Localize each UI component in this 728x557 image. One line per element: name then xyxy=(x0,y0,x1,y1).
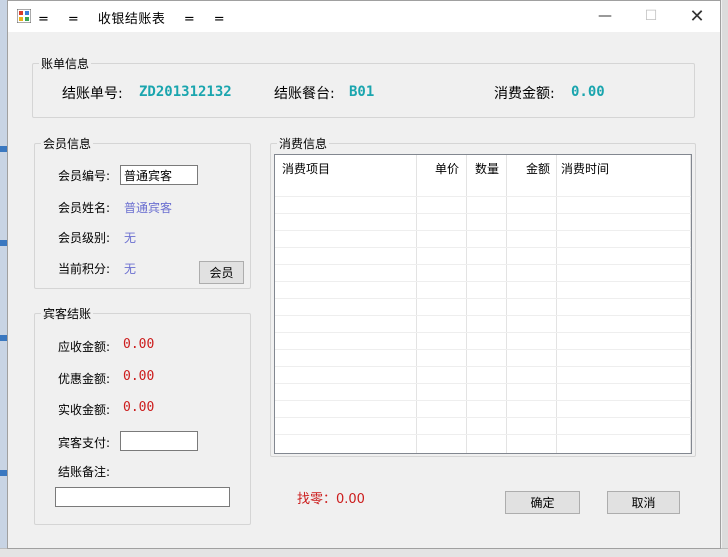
column-header-quantity[interactable]: 数量 xyxy=(475,155,499,183)
amount-value: 0.00 xyxy=(571,84,605,100)
member-name-value: 普通宾客 xyxy=(124,201,173,215)
member-level-label: 会员级别: xyxy=(58,231,111,245)
grid-line xyxy=(275,383,691,384)
grid-line xyxy=(275,315,691,316)
receivable-label: 应收金额: xyxy=(58,340,111,354)
grid-line xyxy=(275,247,691,248)
member-id-label: 会员编号: xyxy=(58,169,111,183)
grid-line xyxy=(275,196,691,197)
table-label: 结账餐台: xyxy=(274,86,335,102)
member-id-input[interactable] xyxy=(120,165,198,185)
checkout-title: 宾客结账 xyxy=(41,305,94,322)
background-taskbar-edge xyxy=(0,548,728,557)
window-title: = = 收银结账表 = = xyxy=(38,12,226,27)
member-points-value: 无 xyxy=(124,262,137,276)
column-header-item[interactable]: 消费项目 xyxy=(282,155,330,183)
member-name-label: 会员姓名: xyxy=(58,201,111,215)
amount-label: 消费金额: xyxy=(494,86,555,102)
member-button[interactable]: 会员 xyxy=(199,261,244,284)
column-header-time[interactable]: 消费时间 xyxy=(561,155,609,183)
grid-line xyxy=(275,332,691,333)
column-divider xyxy=(466,155,467,453)
member-info-title: 会员信息 xyxy=(41,135,94,152)
grid-line xyxy=(275,366,691,367)
column-divider xyxy=(690,155,691,453)
member-points-label: 当前积分: xyxy=(58,262,111,276)
bill-no-label: 结账单号: xyxy=(62,86,123,102)
receivable-value: 0.00 xyxy=(123,337,155,352)
paid-input[interactable] xyxy=(120,431,198,451)
app-icon xyxy=(17,9,31,23)
grid-line xyxy=(275,230,691,231)
cancel-button[interactable]: 取消 xyxy=(607,491,680,514)
close-icon[interactable]: ✕ xyxy=(674,1,720,32)
discount-value: 0.00 xyxy=(123,369,155,384)
remark-input[interactable] xyxy=(55,487,230,507)
column-header-price[interactable]: 单价 xyxy=(435,155,459,183)
grid-line xyxy=(275,213,691,214)
confirm-button[interactable]: 确定 xyxy=(505,491,580,514)
consumption-list[interactable]: 消费项目 单价 数量 金额 消费时间 xyxy=(274,154,692,454)
bill-no-value: ZD201312132 xyxy=(139,84,232,100)
checkout-window: = = 收银结账表 = = — ☐ ✕ 账单信息 结账单号: ZD2013121… xyxy=(7,0,721,549)
minimize-icon[interactable]: — xyxy=(582,1,628,32)
column-divider xyxy=(506,155,507,453)
change-amount: 找零：0.00 xyxy=(297,492,365,507)
remark-label: 结账备注: xyxy=(58,465,111,479)
column-divider xyxy=(416,155,417,453)
member-level-value: 无 xyxy=(124,231,137,245)
grid-line xyxy=(275,264,691,265)
grid-line xyxy=(275,434,691,435)
bill-info-title: 账单信息 xyxy=(39,55,92,72)
column-divider xyxy=(556,155,557,453)
title-bar[interactable]: = = 收银结账表 = = — ☐ ✕ xyxy=(8,1,720,32)
grid-line xyxy=(275,298,691,299)
background-window-edge xyxy=(722,0,728,557)
consumption-title: 消费信息 xyxy=(277,135,330,152)
grid-line xyxy=(275,400,691,401)
column-header-amount[interactable]: 金额 xyxy=(526,155,550,183)
maximize-icon[interactable]: ☐ xyxy=(628,1,674,32)
grid-line xyxy=(275,281,691,282)
grid-line xyxy=(275,349,691,350)
paid-label: 宾客支付: xyxy=(58,436,111,450)
table-value: B01 xyxy=(349,84,375,100)
received-label: 实收金额: xyxy=(58,403,111,417)
grid-line xyxy=(275,417,691,418)
discount-label: 优惠金额: xyxy=(58,372,111,386)
received-value: 0.00 xyxy=(123,400,155,415)
